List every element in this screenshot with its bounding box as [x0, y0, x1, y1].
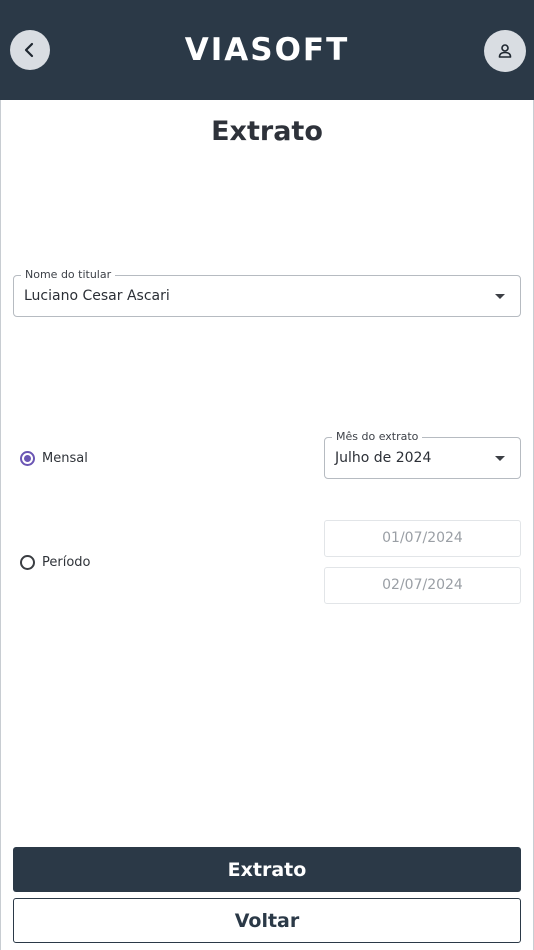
left-border	[0, 100, 1, 950]
page-title: Extrato	[211, 116, 323, 147]
statement-month-label: Mês do extrato	[332, 430, 423, 444]
holder-name-value: Luciano Cesar Ascari	[24, 288, 170, 304]
statement-month-select[interactable]: Mês do extrato Julho de 2024	[324, 430, 521, 479]
viasoft-logo: VIASOFT	[184, 32, 350, 68]
user-icon	[498, 44, 512, 58]
top-app-bar: VIASOFT	[0, 0, 534, 100]
back-button[interactable]	[10, 30, 50, 70]
statement-month-value: Julho de 2024	[335, 450, 432, 466]
period-end-date-field[interactable]: 02/07/2024	[324, 567, 521, 604]
user-profile-button[interactable]	[484, 30, 526, 72]
chevron-left-icon	[24, 42, 34, 58]
dropdown-arrow-icon	[495, 456, 505, 461]
holder-name-select[interactable]: Nome do titular Luciano Cesar Ascari	[13, 268, 521, 317]
extrato-button[interactable]: Extrato	[13, 847, 521, 892]
voltar-button[interactable]: Voltar	[13, 898, 521, 943]
radio-monthly-indicator[interactable]	[20, 451, 35, 466]
radio-period-label: Período	[42, 555, 91, 570]
holder-name-label: Nome do titular	[21, 268, 116, 282]
radio-period-indicator[interactable]	[20, 555, 35, 570]
dropdown-arrow-icon	[495, 294, 505, 299]
radio-monthly-label: Mensal	[42, 451, 88, 466]
period-start-date-field[interactable]: 01/07/2024	[324, 520, 521, 557]
radio-monthly[interactable]: Mensal	[20, 451, 88, 466]
radio-period[interactable]: Período	[20, 555, 91, 570]
